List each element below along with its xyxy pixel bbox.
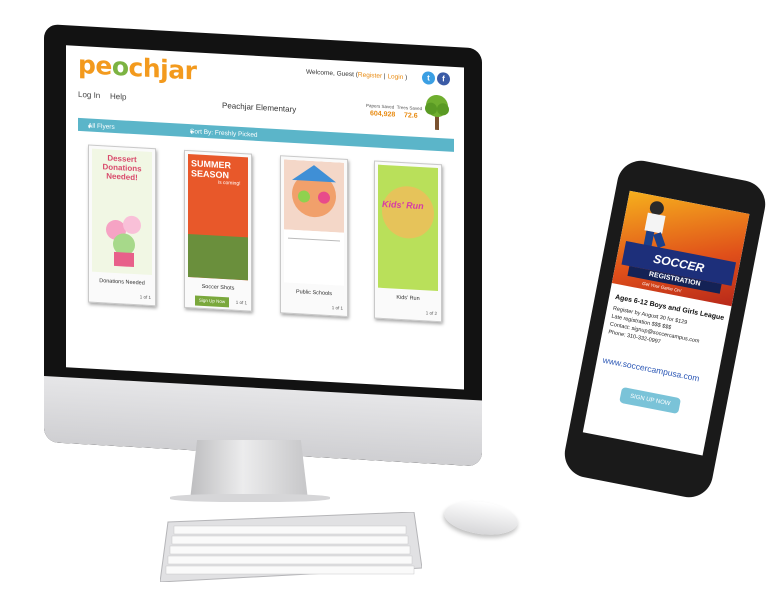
flyer-image-soccer[interactable]: SUMMER SEASON is coming! xyxy=(188,154,248,281)
ad-url-link[interactable]: www.soccercampusa.com xyxy=(602,355,700,384)
twitter-icon[interactable]: t xyxy=(422,71,435,85)
imac-monitor: peochjar Welcome, Guest (Register | Logi… xyxy=(44,24,482,467)
welcome-text: Welcome, Guest (Register | Login ) xyxy=(306,68,408,82)
nav-help[interactable]: Help xyxy=(110,92,126,102)
smartphone: SOCCER REGISTRATION Get Your Game On! Ag… xyxy=(560,156,770,502)
monitor-stand-foot xyxy=(170,494,330,502)
trees-saved-value: 72.6 xyxy=(404,112,418,120)
flyer-image-kids-run[interactable]: Kids' Run xyxy=(378,164,438,292)
flyer-image-public-schools[interactable] xyxy=(284,159,344,286)
keyboard xyxy=(160,512,422,582)
mouse xyxy=(442,497,520,539)
tree-icon xyxy=(425,94,449,131)
sign-up-now-button[interactable]: Sign Up Now xyxy=(195,295,229,308)
login-link[interactable]: Login xyxy=(387,73,403,81)
flyer-card[interactable]: Dessert Donations Needed! Donations Need… xyxy=(88,144,156,307)
nav-login[interactable]: Log In xyxy=(78,90,100,100)
flyer-card[interactable]: SUMMER SEASON is coming! Soccer Shots Si… xyxy=(184,149,252,312)
monitor-stand xyxy=(190,440,308,500)
facebook-icon[interactable]: f xyxy=(437,71,450,86)
school-name: Peachjar Elementary xyxy=(222,100,297,115)
screen: peochjar Welcome, Guest (Register | Logi… xyxy=(66,45,464,390)
flyer-card[interactable]: Kids' Run Kids' Run 1 of 2 xyxy=(374,160,442,323)
register-link[interactable]: Register xyxy=(358,72,382,80)
chevron-down-icon: ▾ xyxy=(190,129,194,137)
painted-face-illustration xyxy=(284,159,344,233)
papers-saved-value: 604,928 xyxy=(370,110,396,119)
phone-screen: SOCCER REGISTRATION Get Your Game On! Ag… xyxy=(582,190,750,456)
sign-up-now-button[interactable]: SIGN UP NOW xyxy=(619,386,682,415)
peachjar-logo[interactable]: peochjar xyxy=(78,50,196,86)
cupcake-illustration xyxy=(106,215,141,268)
chevron-down-icon: ▾ xyxy=(88,123,92,131)
flyer-card[interactable]: Public Schools 1 of 1 xyxy=(280,155,348,317)
flyer-image-donations[interactable]: Dessert Donations Needed! xyxy=(92,148,152,276)
